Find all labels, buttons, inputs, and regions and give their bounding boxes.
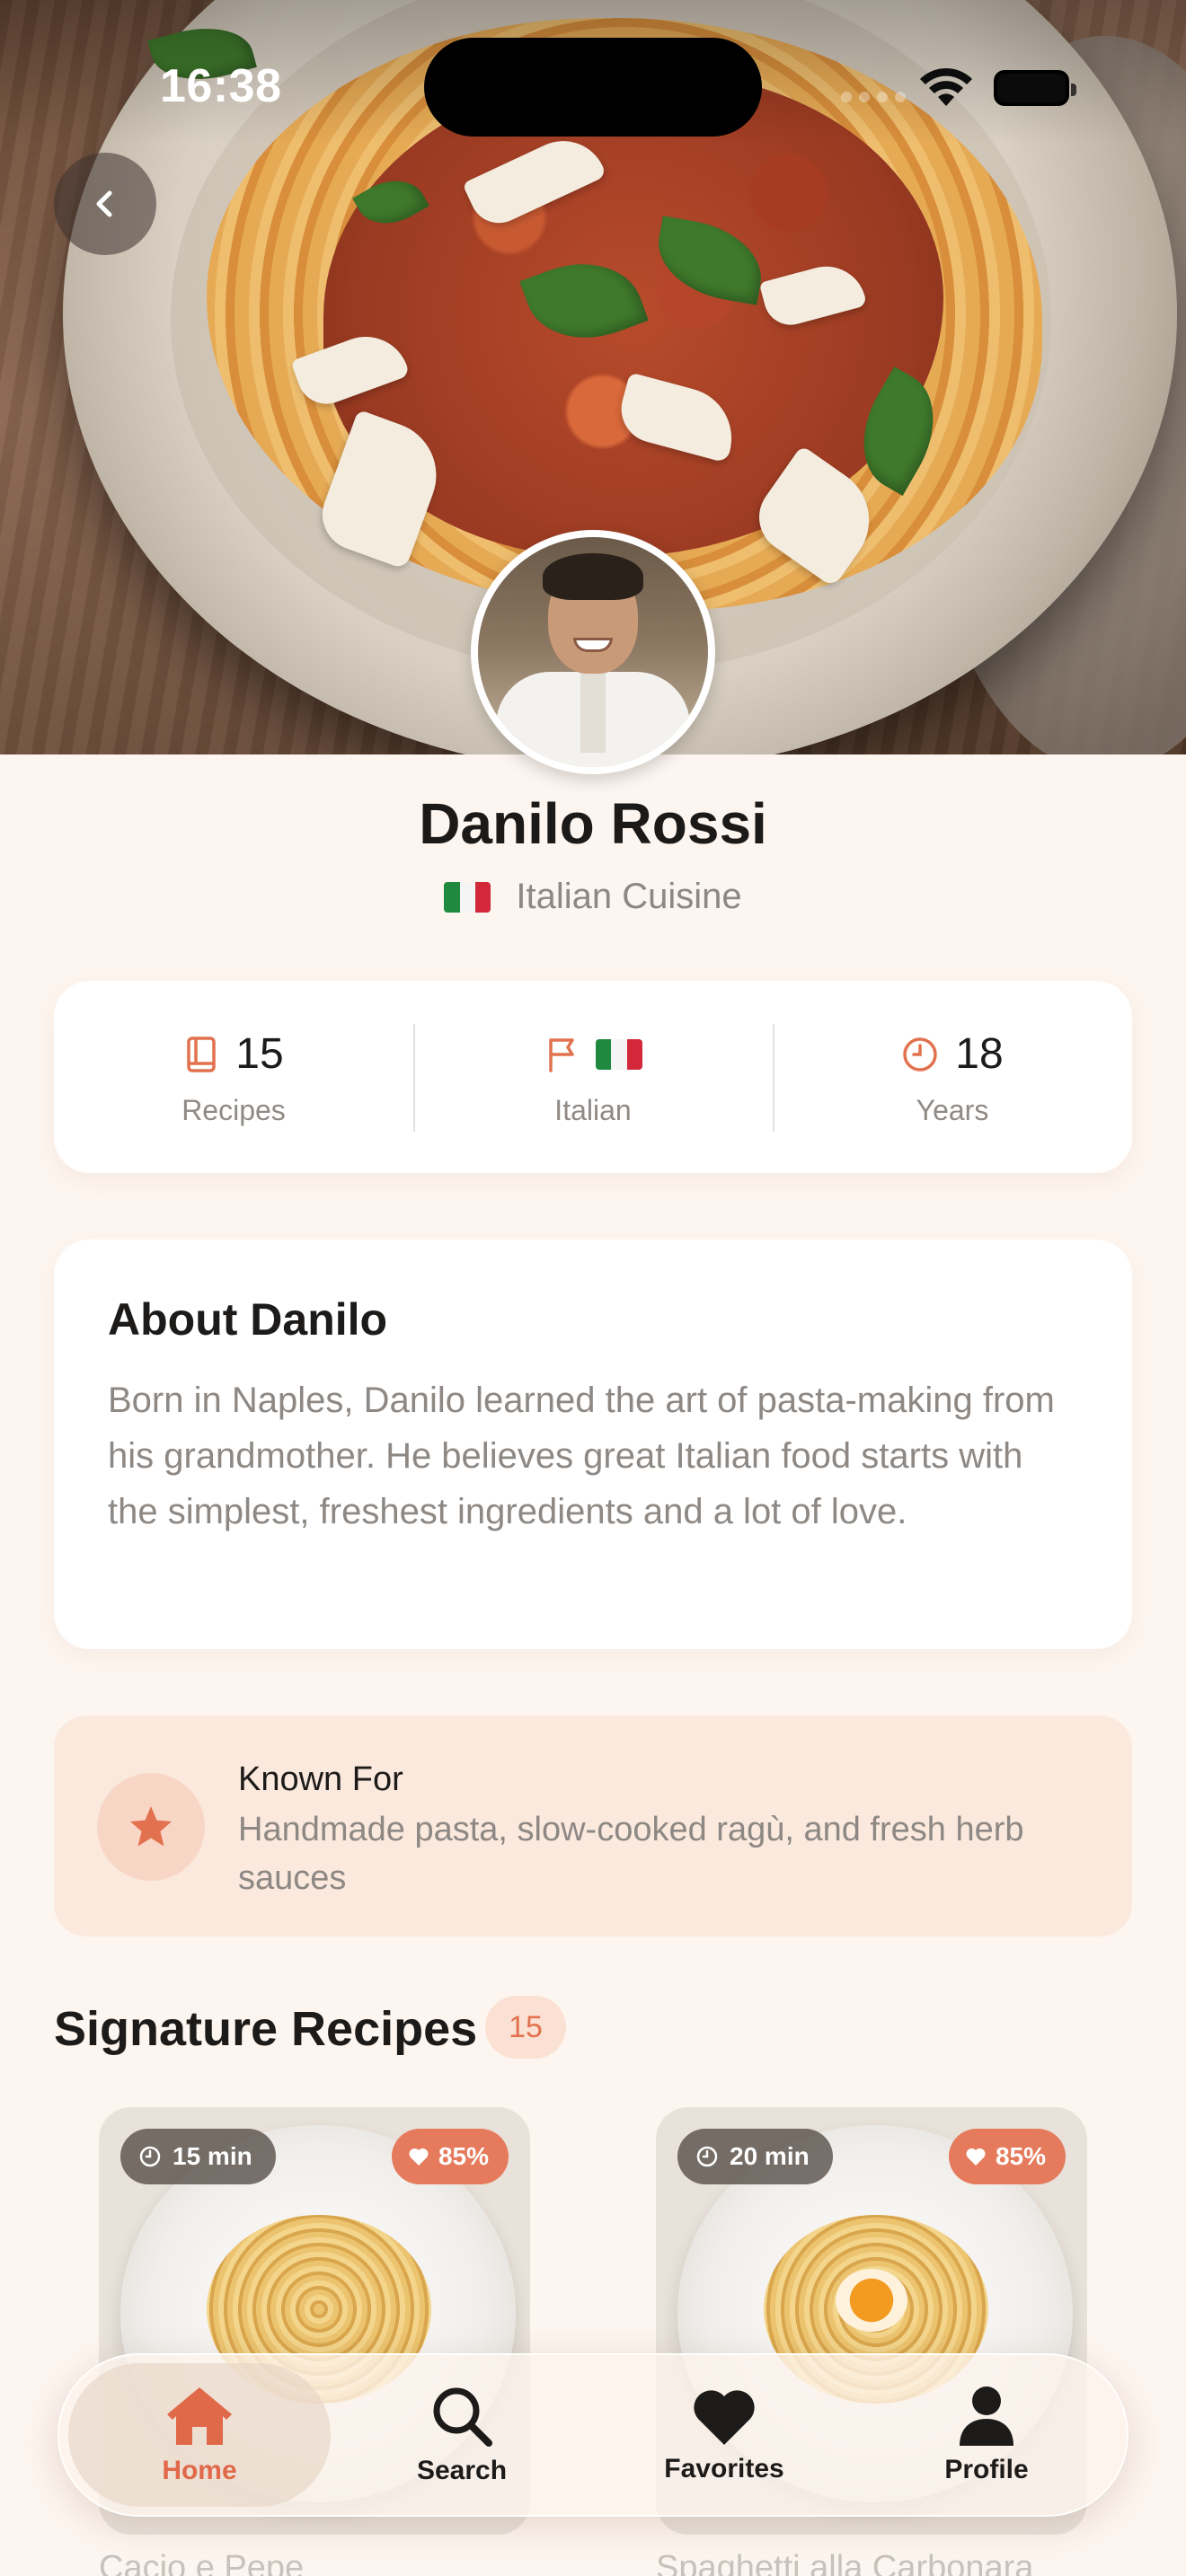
stat-label: Years <box>916 1093 989 1126</box>
italy-flag-icon <box>596 1038 642 1070</box>
about-body: Born in Naples, Danilo learned the art o… <box>108 1381 1055 1531</box>
known-for-title: Known For <box>238 1760 403 1798</box>
tab-home[interactable]: Home <box>68 2363 331 2507</box>
stat-label: Italian <box>554 1093 632 1126</box>
tab-profile[interactable]: Profile <box>855 2363 1118 2507</box>
dynamic-island <box>424 38 762 137</box>
clock-icon <box>903 1037 938 1072</box>
about-card: About Danilo Born in Naples, Danilo lear… <box>54 1239 1132 1649</box>
recipe-time: 15 min <box>173 2142 252 2170</box>
stat-label: Recipes <box>181 1093 286 1126</box>
tab-label: Profile <box>944 2455 1029 2484</box>
stat-value: 18 <box>955 1030 1004 1078</box>
cuisine-label: Italian Cuisine <box>516 877 742 916</box>
italy-flag-icon <box>444 881 491 913</box>
recipe-rating: 85% <box>438 2142 489 2170</box>
tab-search[interactable]: Search <box>331 2363 593 2507</box>
tab-label: Home <box>162 2456 237 2485</box>
signature-recipes-title: Signature Recipes <box>54 2002 478 2056</box>
stat-recipes: 15 Recipes <box>54 981 413 1173</box>
battery-icon <box>994 70 1076 106</box>
recipe-time: 20 min <box>730 2142 810 2170</box>
chef-name: Danilo Rossi <box>419 791 767 856</box>
search-icon <box>433 2387 492 2447</box>
tab-label: Search <box>416 2456 508 2485</box>
rating-chip: 85% <box>948 2129 1066 2184</box>
flag-outline-icon <box>549 1037 574 1072</box>
star-icon <box>130 1806 172 1847</box>
book-icon <box>187 1036 217 1072</box>
stats-card: 15 Recipes Italian 18 Years <box>54 981 1132 1173</box>
recipe-count-badge: 15 <box>485 1996 566 2059</box>
person-icon <box>960 2386 1013 2446</box>
recipe-rating: 85% <box>995 2142 1046 2170</box>
stat-cuisine: Italian <box>413 981 773 1173</box>
tab-bar: Home Search Favorites Profile <box>58 2353 1128 2517</box>
clock-icon <box>139 2146 161 2167</box>
stat-value: 15 <box>235 1030 284 1078</box>
wifi-icon <box>920 67 972 106</box>
stat-years: 18 Years <box>773 981 1132 1173</box>
chef-avatar <box>471 530 715 774</box>
recipe-image-egg <box>836 2269 907 2332</box>
heart-icon <box>409 2148 429 2166</box>
rating-chip: 85% <box>391 2129 509 2184</box>
recipe-title[interactable]: Cacio e Pepe <box>99 2549 304 2576</box>
tab-label: Favorites <box>664 2454 784 2483</box>
tab-favorites[interactable]: Favorites <box>593 2363 855 2507</box>
heart-icon <box>966 2148 986 2166</box>
time-chip: 15 min <box>120 2129 276 2184</box>
cellular-signal-icon <box>841 92 906 102</box>
status-time: 16:38 <box>160 60 282 112</box>
known-for-badge <box>97 1773 205 1881</box>
time-chip: 20 min <box>677 2129 833 2184</box>
known-for-body: Handmade pasta, slow-cooked ragù, and fr… <box>238 1811 1024 1897</box>
back-button[interactable] <box>54 153 156 255</box>
heart-icon <box>694 2390 755 2445</box>
known-for-card: Known For Handmade pasta, slow-cooked ra… <box>54 1716 1132 1936</box>
about-title: About Danilo <box>108 1294 388 1345</box>
chevron-left-icon <box>96 190 112 217</box>
cuisine-line: Italian Cuisine <box>0 877 1186 917</box>
recipe-title[interactable]: Spaghetti alla Carbonara <box>656 2549 1033 2576</box>
clock-icon <box>696 2146 718 2167</box>
home-icon <box>167 2387 232 2445</box>
